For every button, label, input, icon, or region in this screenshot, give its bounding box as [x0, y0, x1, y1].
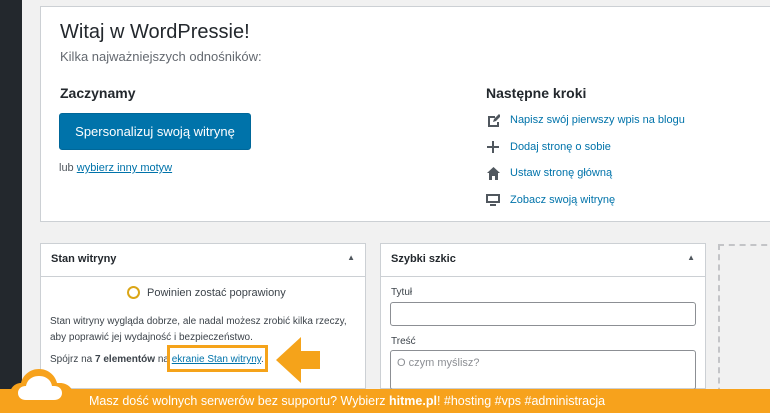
- draft-content-label: Treść: [391, 336, 416, 347]
- home-icon: [486, 166, 500, 180]
- next-steps-heading: Następne kroki: [486, 85, 587, 101]
- welcome-panel: Witaj w WordPressie! Kilka najważniejszy…: [40, 6, 770, 222]
- collapse-toggle-icon[interactable]: ▲: [687, 253, 695, 262]
- next-step-label: Napisz swój pierwszy wpis na blogu: [510, 114, 685, 127]
- empty-widget-dropzone: [718, 244, 770, 404]
- next-step-set-home[interactable]: Ustaw stronę główną: [486, 160, 685, 187]
- change-theme-link[interactable]: wybierz inny motyw: [77, 162, 172, 174]
- site-health-title: Stan witryny: [51, 253, 117, 265]
- collapse-toggle-icon[interactable]: ▲: [347, 253, 355, 262]
- pointer-arrow-icon: [276, 337, 320, 383]
- site-health-status-text: Powinien zostać poprawiony: [147, 286, 286, 299]
- quick-draft-title: Szybki szkic: [391, 253, 456, 265]
- welcome-title: Witaj w WordPressie!: [60, 21, 250, 43]
- cloud-icon: [10, 369, 73, 405]
- more-count: 7 elementów: [95, 354, 156, 365]
- admin-sidebar: [0, 0, 22, 413]
- more-prefix: Spójrz na: [50, 354, 96, 365]
- site-health-status: Powinien zostać poprawiony: [127, 286, 286, 299]
- view-site-icon: [486, 193, 500, 207]
- draft-title-input[interactable]: [390, 302, 696, 326]
- next-step-label: Zobacz swoją witrynę: [510, 193, 616, 206]
- plus-icon: [486, 140, 500, 154]
- draft-title-label: Tytuł: [391, 287, 413, 298]
- next-step-write-post[interactable]: Napisz swój pierwszy wpis na blogu: [486, 107, 685, 134]
- change-theme-line: lub wybierz inny motyw: [59, 162, 172, 174]
- highlight-box: [167, 345, 268, 372]
- next-step-label: Ustaw stronę główną: [510, 167, 613, 180]
- next-steps-list: Napisz swój pierwszy wpis na blogu Dodaj…: [486, 107, 685, 213]
- or-text: lub: [59, 162, 77, 174]
- promo-banner: Masz dość wolnych serwerów bez supportu?…: [0, 369, 770, 413]
- promo-brand[interactable]: hitme.pl: [389, 394, 437, 408]
- edit-icon: [486, 113, 500, 127]
- status-circle-icon: [127, 286, 140, 299]
- quick-draft-header: Szybki szkic ▲: [381, 244, 705, 277]
- site-health-header: Stan witryny ▲: [41, 244, 365, 277]
- welcome-subtitle: Kilka najważniejszych odnośników:: [60, 49, 262, 64]
- promo-suffix: ! #hosting #vps #administracja: [436, 394, 606, 408]
- promo-prefix: Masz dość wolnych serwerów bez supportu?…: [89, 394, 390, 408]
- next-step-label: Dodaj stronę o sobie: [510, 140, 611, 153]
- get-started-heading: Zaczynamy: [60, 85, 136, 101]
- next-step-add-about[interactable]: Dodaj stronę o sobie: [486, 134, 685, 161]
- next-step-view-site[interactable]: Zobacz swoją witrynę: [486, 187, 685, 214]
- customize-site-button[interactable]: Spersonalizuj swoją witrynę: [59, 113, 251, 150]
- draft-content-textarea[interactable]: O czym myślisz?: [390, 350, 696, 390]
- promo-text: Masz dość wolnych serwerów bez supportu?…: [89, 394, 605, 408]
- quick-draft-widget: Szybki szkic ▲ Tytuł Treść O czym myślis…: [380, 243, 706, 390]
